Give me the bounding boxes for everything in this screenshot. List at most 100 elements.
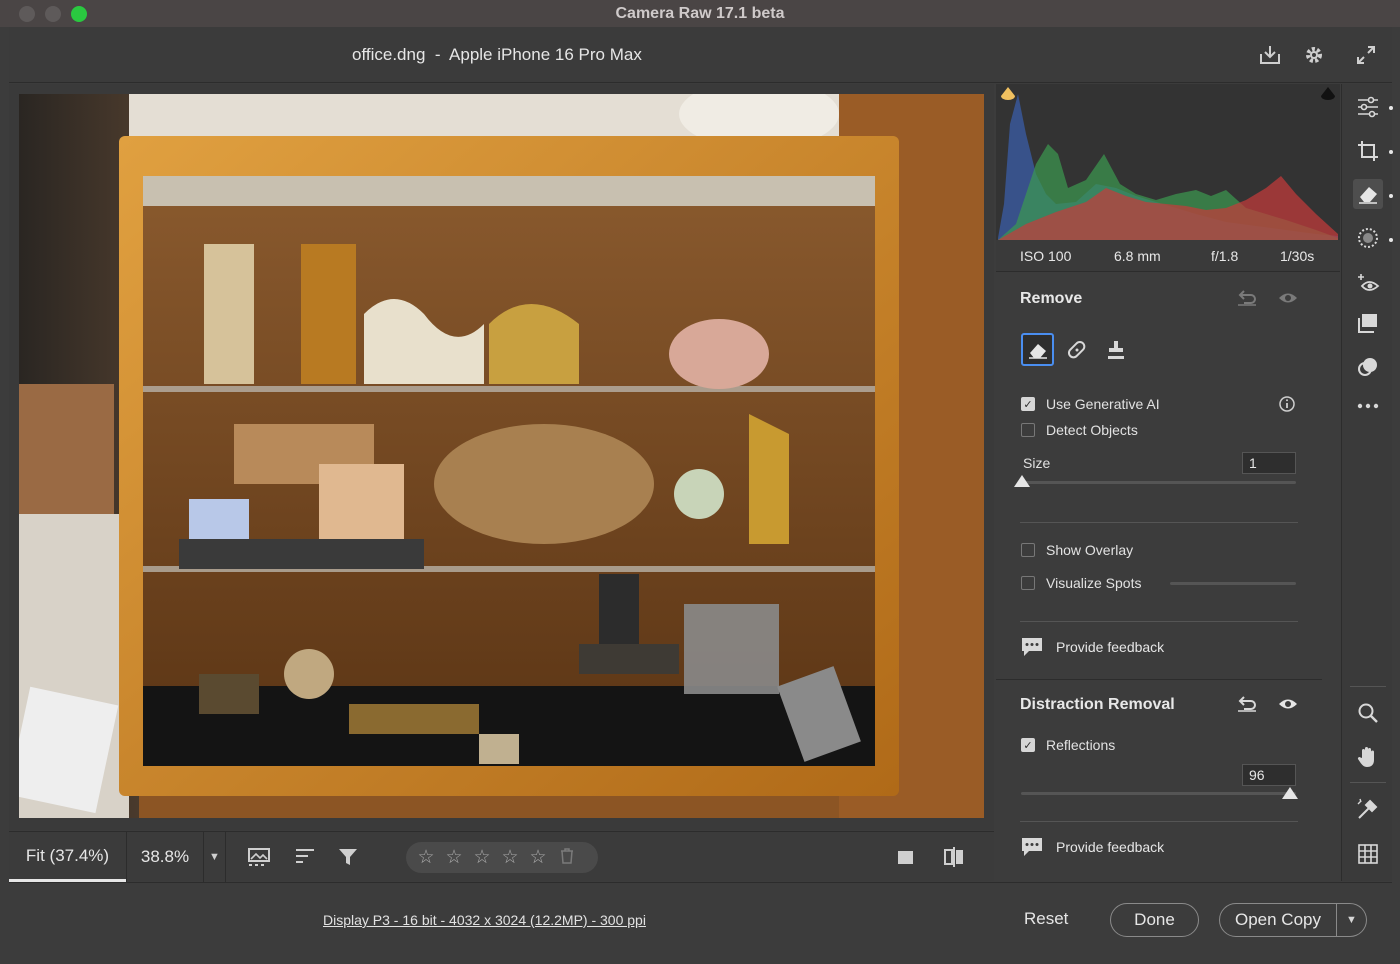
detect-objects-checkbox[interactable]: Detect Objects	[1021, 422, 1138, 438]
star-icon[interactable]: ☆	[500, 846, 520, 869]
indicator-dot	[1389, 150, 1393, 154]
workflow-options-link[interactable]: Display P3 - 16 bit - 4032 x 3024 (12.2M…	[323, 912, 646, 928]
zoom-window-button[interactable]	[71, 6, 87, 22]
open-options-dropdown[interactable]: ▼	[1337, 903, 1367, 937]
section-divider	[996, 679, 1322, 680]
image-header: office.dng - Apple iPhone 16 Pro Max	[9, 27, 1392, 83]
zoom-level-button[interactable]: 38.8%	[126, 832, 204, 882]
provide-feedback-link[interactable]: Provide feedback	[1020, 836, 1164, 858]
use-generative-ai-checkbox[interactable]: ✓ Use Generative AI	[1021, 396, 1160, 412]
visualize-spots-checkbox[interactable]: Visualize Spots	[1021, 575, 1141, 591]
bottom-bar: Display P3 - 16 bit - 4032 x 3024 (12.2M…	[9, 882, 1392, 956]
save-image-icon[interactable]	[1256, 41, 1284, 69]
checkbox-unchecked[interactable]	[1021, 576, 1035, 590]
highlight-clipping-icon[interactable]	[1320, 86, 1336, 105]
trash-icon[interactable]	[560, 847, 574, 868]
clone-stamp-tool-button[interactable]	[1099, 333, 1132, 366]
info-icon[interactable]	[1278, 395, 1296, 418]
checkbox-checked[interactable]: ✓	[1021, 397, 1035, 411]
reflections-value-field[interactable]: 96	[1242, 764, 1296, 786]
single-view-icon[interactable]	[891, 843, 921, 871]
size-slider-handle[interactable]	[1014, 475, 1030, 487]
star-icon[interactable]: ☆	[416, 846, 436, 869]
feedback-label: Provide feedback	[1056, 639, 1165, 655]
size-value-field[interactable]: 1	[1242, 452, 1296, 474]
size-slider-track[interactable]	[1021, 481, 1296, 484]
before-after-icon[interactable]	[939, 843, 969, 871]
eye-icon[interactable]	[1278, 696, 1298, 717]
presets-icon[interactable]	[1353, 308, 1383, 338]
feedback-icon	[1022, 638, 1042, 656]
masking-icon[interactable]	[1353, 223, 1383, 253]
done-button[interactable]: Done	[1110, 903, 1199, 937]
visualize-spots-label: Visualize Spots	[1046, 575, 1142, 591]
camera-raw-window: Camera Raw 17.1 beta office.dng - Apple …	[0, 0, 1400, 964]
red-eye-icon[interactable]	[1353, 268, 1383, 298]
edit-panel: ISO 100 6.8 mm f/1.8 1/30s Remove ✓ Use …	[996, 84, 1340, 881]
checkbox-unchecked[interactable]	[1021, 543, 1035, 557]
checkbox-checked[interactable]: ✓	[1021, 738, 1035, 752]
indicator-dot	[1389, 238, 1393, 242]
image-canvas[interactable]	[9, 84, 994, 830]
photo-preview[interactable]	[19, 94, 984, 818]
reset-icon[interactable]	[1236, 695, 1258, 718]
rail-divider	[1350, 782, 1386, 783]
snapshots-icon[interactable]	[1353, 352, 1383, 382]
reset-button[interactable]: Reset	[1024, 909, 1068, 929]
detect-objects-label: Detect Objects	[1046, 422, 1138, 438]
star-icon[interactable]: ☆	[444, 846, 464, 869]
distraction-removal-title: Distraction Removal	[1020, 696, 1175, 713]
zoom-fit-button[interactable]: Fit (37.4%)	[9, 832, 126, 882]
exif-focal-length: 6.8 mm	[1114, 248, 1161, 264]
filter-icon[interactable]	[334, 843, 364, 871]
shadow-clipping-icon[interactable]	[1000, 86, 1016, 105]
exif-shutter: 1/30s	[1280, 248, 1315, 264]
open-copy-button[interactable]: Open Copy	[1219, 903, 1337, 937]
file-title: office.dng - Apple iPhone 16 Pro Max	[352, 45, 642, 64]
remove-section-title: Remove	[1020, 290, 1083, 307]
edit-sliders-icon[interactable]	[1353, 92, 1383, 122]
hand-icon[interactable]	[1353, 742, 1383, 772]
sort-icon[interactable]	[291, 843, 321, 871]
rail-divider	[1350, 686, 1386, 687]
eraser-tool-button[interactable]	[1021, 333, 1054, 366]
checkbox-unchecked[interactable]	[1021, 423, 1035, 437]
minimize-window-button[interactable]	[45, 6, 61, 22]
size-label: Size	[1023, 455, 1050, 471]
canvas-toolbar: Fit (37.4%) 38.8% ▼ ☆ ☆ ☆ ☆ ☆	[9, 831, 994, 882]
window-title: Camera Raw 17.1 beta	[615, 4, 785, 22]
color-sampler-icon[interactable]	[1353, 794, 1383, 824]
reflections-slider-track[interactable]	[1021, 792, 1296, 795]
reflections-slider-handle[interactable]	[1282, 787, 1298, 799]
show-overlay-checkbox[interactable]: Show Overlay	[1021, 542, 1133, 558]
provide-feedback-link[interactable]: Provide feedback	[1020, 636, 1164, 658]
title-bar: Camera Raw 17.1 beta	[0, 0, 1400, 27]
zoom-dropdown[interactable]: ▼	[204, 832, 226, 882]
visualize-spots-slider[interactable]	[1170, 582, 1296, 585]
reflections-checkbox[interactable]: ✓ Reflections	[1021, 737, 1115, 753]
rating-stars: ☆ ☆ ☆ ☆ ☆	[406, 842, 598, 873]
eye-icon[interactable]	[1278, 290, 1298, 311]
close-window-button[interactable]	[19, 6, 35, 22]
fullscreen-icon[interactable]	[1352, 41, 1380, 69]
use-generative-ai-label: Use Generative AI	[1046, 396, 1160, 412]
heal-tool-button[interactable]	[1060, 333, 1093, 366]
tool-rail	[1341, 84, 1393, 881]
feedback-label: Provide feedback	[1056, 839, 1165, 855]
divider	[1020, 821, 1298, 822]
filmstrip-icon[interactable]	[245, 843, 275, 871]
star-icon[interactable]: ☆	[472, 846, 492, 869]
grid-icon[interactable]	[1353, 839, 1383, 869]
histogram	[996, 84, 1340, 240]
window-controls	[19, 6, 87, 22]
zoom-icon[interactable]	[1353, 698, 1383, 728]
exif-info: ISO 100 6.8 mm f/1.8 1/30s	[996, 240, 1340, 272]
star-icon[interactable]: ☆	[528, 846, 548, 869]
reset-icon[interactable]	[1236, 289, 1258, 312]
remove-eraser-icon[interactable]	[1353, 179, 1383, 209]
gear-icon[interactable]	[1300, 41, 1328, 69]
exif-iso: ISO 100	[1020, 248, 1072, 264]
feedback-icon	[1022, 838, 1042, 856]
more-options-icon[interactable]	[1353, 391, 1383, 421]
crop-icon[interactable]	[1353, 136, 1383, 166]
